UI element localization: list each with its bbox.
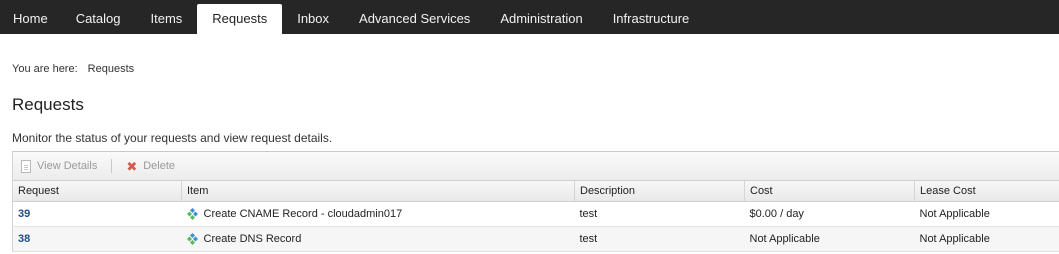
table-row[interactable]: 38 Create DNS Record test Not Applicable: [13, 226, 1059, 252]
item-cell: Create DNS Record: [181, 226, 575, 252]
column-header-cost[interactable]: Cost: [744, 181, 915, 202]
item-name: Create DNS Record: [203, 233, 302, 245]
requests-grid: View Details ✖ Delete Request Item Descr…: [12, 151, 1059, 252]
cost-cell: Not Applicable: [744, 226, 915, 252]
top-navigation: Home Catalog Items Requests Inbox Advanc…: [0, 0, 1059, 34]
tab-catalog[interactable]: Catalog: [61, 0, 136, 34]
description-cell: test: [574, 201, 745, 227]
cost-cell: $0.00 / day: [744, 201, 915, 227]
tab-home[interactable]: Home: [0, 0, 61, 34]
lease-cost-cell: Not Applicable: [914, 226, 1059, 252]
delete-x-icon: ✖: [126, 158, 138, 174]
tab-items[interactable]: Items: [136, 0, 198, 34]
column-header-lease-cost[interactable]: Lease Cost: [914, 181, 1059, 202]
item-cell: Create CNAME Record - cloudadmin017: [181, 201, 575, 227]
page-subtitle: Monitor the status of your requests and …: [12, 131, 333, 145]
lease-cost-cell: Not Applicable: [914, 201, 1059, 227]
description-cell: test: [574, 226, 745, 252]
item-name: Create CNAME Record - cloudadmin017: [203, 208, 403, 220]
column-header-request[interactable]: Request: [13, 181, 182, 202]
breadcrumb: You are here: Requests: [12, 63, 134, 75]
view-details-button[interactable]: View Details: [21, 159, 98, 173]
breadcrumb-current: Requests: [87, 63, 135, 75]
tab-requests[interactable]: Requests: [197, 4, 283, 34]
column-header-item[interactable]: Item: [181, 181, 575, 202]
catalog-item-icon: [186, 208, 198, 220]
tab-infrastructure[interactable]: Infrastructure: [598, 0, 705, 34]
request-id-link[interactable]: 39: [13, 201, 182, 227]
delete-button[interactable]: ✖ Delete: [126, 160, 175, 173]
tab-advanced-services[interactable]: Advanced Services: [344, 0, 485, 34]
requests-table: Request Item Description Cost Lease Cost…: [13, 181, 1059, 252]
grid-toolbar: View Details ✖ Delete: [13, 152, 1059, 181]
delete-label: Delete: [143, 160, 176, 172]
page-title: Requests: [12, 95, 84, 114]
toolbar-divider: [111, 159, 113, 173]
tab-administration[interactable]: Administration: [485, 0, 597, 34]
request-id-link[interactable]: 38: [13, 226, 182, 252]
tab-inbox[interactable]: Inbox: [282, 0, 344, 34]
document-icon: [21, 159, 31, 173]
breadcrumb-prefix: You are here:: [12, 63, 78, 75]
catalog-item-icon: [186, 233, 198, 245]
table-header-row: Request Item Description Cost Lease Cost: [13, 181, 1059, 202]
table-row[interactable]: 39 Create CNAME Record - cloudadmin017 t…: [13, 201, 1059, 227]
view-details-label: View Details: [37, 160, 98, 172]
column-header-description[interactable]: Description: [574, 181, 745, 202]
